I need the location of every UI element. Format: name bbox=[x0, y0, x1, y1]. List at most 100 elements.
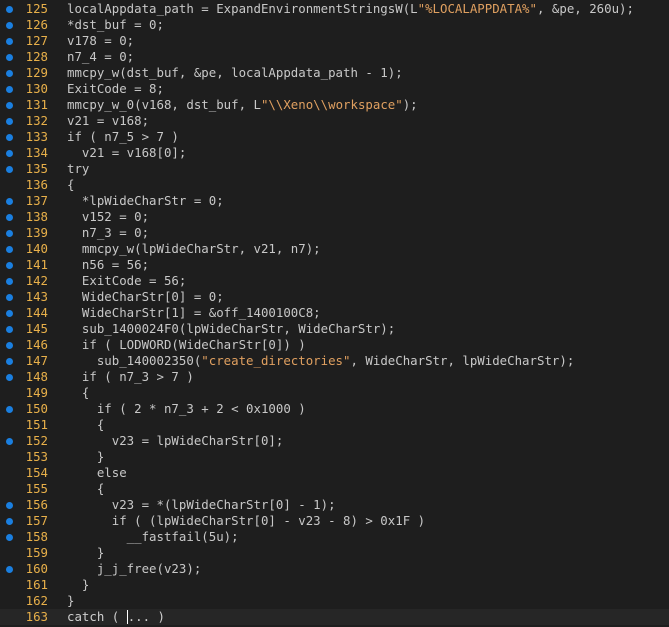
breakpoint-dot-icon[interactable] bbox=[6, 230, 13, 237]
code-line[interactable]: 134 v21 = v168[0]; bbox=[0, 145, 669, 161]
code-line[interactable]: 156 v23 = *(lpWideCharStr[0] - 1); bbox=[0, 497, 669, 513]
line-gutter[interactable]: 130 bbox=[0, 81, 56, 97]
breakpoint-dot-icon[interactable] bbox=[6, 166, 13, 173]
line-gutter[interactable]: 138 bbox=[0, 209, 56, 225]
pseudocode-editor[interactable]: 125 localAppdata_path = ExpandEnvironment… bbox=[0, 0, 669, 627]
line-gutter[interactable]: 151 bbox=[0, 417, 56, 433]
breakpoint-dot-icon[interactable] bbox=[6, 6, 13, 13]
code-line[interactable]: 131 mmcpy_w_0(v168, dst_buf, L"\\Xeno\\wo… bbox=[0, 97, 669, 113]
code-line[interactable]: 128 n7_4 = 0; bbox=[0, 49, 669, 65]
breakpoint-dot-icon[interactable] bbox=[6, 38, 13, 45]
code-line[interactable]: 129 mmcpy_w(dst_buf, &pe, localAppdata_pa… bbox=[0, 65, 669, 81]
code-line[interactable]: 140 mmcpy_w(lpWideCharStr, v21, n7); bbox=[0, 241, 669, 257]
line-gutter[interactable]: 141 bbox=[0, 257, 56, 273]
breakpoint-dot-icon[interactable] bbox=[6, 406, 13, 413]
line-gutter[interactable]: 158 bbox=[0, 529, 56, 545]
breakpoint-dot-icon[interactable] bbox=[6, 534, 13, 541]
code-line[interactable]: 138 v152 = 0; bbox=[0, 209, 669, 225]
line-gutter[interactable]: 142 bbox=[0, 273, 56, 289]
code-line[interactable]: 143 WideCharStr[0] = 0; bbox=[0, 289, 669, 305]
code-line[interactable]: 126 *dst_buf = 0; bbox=[0, 17, 669, 33]
line-gutter[interactable]: 131 bbox=[0, 97, 56, 113]
line-gutter[interactable]: 146 bbox=[0, 337, 56, 353]
line-gutter[interactable]: 140 bbox=[0, 241, 56, 257]
code-line[interactable]: 127 v178 = 0; bbox=[0, 33, 669, 49]
code-line[interactable]: 163 catch ( ... ) bbox=[0, 609, 669, 625]
line-gutter[interactable]: 136 bbox=[0, 177, 56, 193]
breakpoint-dot-icon[interactable] bbox=[6, 198, 13, 205]
breakpoint-dot-icon[interactable] bbox=[6, 54, 13, 61]
line-gutter[interactable]: 152 bbox=[0, 433, 56, 449]
code-line[interactable]: 145 sub_1400024F0(lpWideCharStr, WideCha… bbox=[0, 321, 669, 337]
code-line[interactable]: 132 v21 = v168; bbox=[0, 113, 669, 129]
code-line[interactable]: 136 { bbox=[0, 177, 669, 193]
line-gutter[interactable]: 148 bbox=[0, 369, 56, 385]
code-line[interactable]: 144 WideCharStr[1] = &off_1400100C8; bbox=[0, 305, 669, 321]
breakpoint-dot-icon[interactable] bbox=[6, 70, 13, 77]
line-gutter[interactable]: 162 bbox=[0, 593, 56, 609]
breakpoint-dot-icon[interactable] bbox=[6, 310, 13, 317]
line-gutter[interactable]: 135 bbox=[0, 161, 56, 177]
line-gutter[interactable]: 132 bbox=[0, 113, 56, 129]
line-gutter[interactable]: 161 bbox=[0, 577, 56, 593]
code-line[interactable]: 152 v23 = lpWideCharStr[0]; bbox=[0, 433, 669, 449]
breakpoint-dot-icon[interactable] bbox=[6, 358, 13, 365]
code-line[interactable]: 125 localAppdata_path = ExpandEnvironment… bbox=[0, 1, 669, 17]
line-gutter[interactable]: 159 bbox=[0, 545, 56, 561]
code-line[interactable]: 154 else bbox=[0, 465, 669, 481]
breakpoint-dot-icon[interactable] bbox=[6, 326, 13, 333]
code-line[interactable]: 158 __fastfail(5u); bbox=[0, 529, 669, 545]
code-line[interactable]: 148 if ( n7_3 > 7 ) bbox=[0, 369, 669, 385]
breakpoint-dot-icon[interactable] bbox=[6, 374, 13, 381]
breakpoint-dot-icon[interactable] bbox=[6, 134, 13, 141]
code-line[interactable]: 153 } bbox=[0, 449, 669, 465]
breakpoint-dot-icon[interactable] bbox=[6, 246, 13, 253]
code-line[interactable]: 161 } bbox=[0, 577, 669, 593]
line-gutter[interactable]: 126 bbox=[0, 17, 56, 33]
line-gutter[interactable]: 127 bbox=[0, 33, 56, 49]
line-gutter[interactable]: 128 bbox=[0, 49, 56, 65]
line-gutter[interactable]: 157 bbox=[0, 513, 56, 529]
breakpoint-dot-icon[interactable] bbox=[6, 102, 13, 109]
code-line[interactable]: 150 if ( 2 * n7_3 + 2 < 0x1000 ) bbox=[0, 401, 669, 417]
breakpoint-dot-icon[interactable] bbox=[6, 342, 13, 349]
code-line[interactable]: 149 { bbox=[0, 385, 669, 401]
line-gutter[interactable]: 160 bbox=[0, 561, 56, 577]
line-gutter[interactable]: 137 bbox=[0, 193, 56, 209]
line-gutter[interactable]: 150 bbox=[0, 401, 56, 417]
line-gutter[interactable]: 145 bbox=[0, 321, 56, 337]
code-line[interactable]: 155 { bbox=[0, 481, 669, 497]
breakpoint-dot-icon[interactable] bbox=[6, 566, 13, 573]
line-gutter[interactable]: 147 bbox=[0, 353, 56, 369]
line-gutter[interactable]: 125 bbox=[0, 1, 56, 17]
breakpoint-dot-icon[interactable] bbox=[6, 150, 13, 157]
code-line[interactable]: 133 if ( n7_5 > 7 ) bbox=[0, 129, 669, 145]
code-line[interactable]: 135 try bbox=[0, 161, 669, 177]
breakpoint-dot-icon[interactable] bbox=[6, 86, 13, 93]
code-line[interactable]: 157 if ( (lpWideCharStr[0] - v23 - 8) > … bbox=[0, 513, 669, 529]
line-gutter[interactable]: 143 bbox=[0, 289, 56, 305]
line-gutter[interactable]: 149 bbox=[0, 385, 56, 401]
code-line[interactable]: 151 { bbox=[0, 417, 669, 433]
line-gutter[interactable]: 153 bbox=[0, 449, 56, 465]
code-line[interactable]: 137 *lpWideCharStr = 0; bbox=[0, 193, 669, 209]
line-gutter[interactable]: 155 bbox=[0, 481, 56, 497]
code-line[interactable]: 147 sub_140002350("create_directories", … bbox=[0, 353, 669, 369]
line-gutter[interactable]: 163 bbox=[0, 609, 56, 625]
breakpoint-dot-icon[interactable] bbox=[6, 518, 13, 525]
line-gutter[interactable]: 156 bbox=[0, 497, 56, 513]
code-line[interactable]: 146 if ( LODWORD(WideCharStr[0]) ) bbox=[0, 337, 669, 353]
breakpoint-dot-icon[interactable] bbox=[6, 438, 13, 445]
breakpoint-dot-icon[interactable] bbox=[6, 502, 13, 509]
line-gutter[interactable]: 134 bbox=[0, 145, 56, 161]
breakpoint-dot-icon[interactable] bbox=[6, 262, 13, 269]
line-gutter[interactable]: 154 bbox=[0, 465, 56, 481]
line-gutter[interactable]: 139 bbox=[0, 225, 56, 241]
code-line[interactable]: 130 ExitCode = 8; bbox=[0, 81, 669, 97]
breakpoint-dot-icon[interactable] bbox=[6, 294, 13, 301]
code-line[interactable]: 159 } bbox=[0, 545, 669, 561]
code-line[interactable]: 142 ExitCode = 56; bbox=[0, 273, 669, 289]
line-gutter[interactable]: 144 bbox=[0, 305, 56, 321]
code-line[interactable]: 141 n56 = 56; bbox=[0, 257, 669, 273]
line-gutter[interactable]: 129 bbox=[0, 65, 56, 81]
